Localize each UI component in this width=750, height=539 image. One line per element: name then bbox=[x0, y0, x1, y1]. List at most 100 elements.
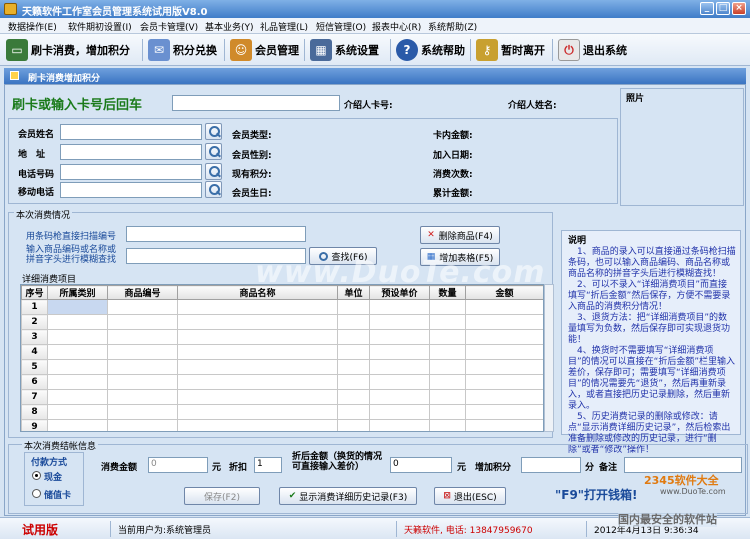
table-cell[interactable] bbox=[465, 314, 543, 330]
table-cell[interactable] bbox=[429, 344, 466, 360]
table-cell[interactable] bbox=[429, 374, 466, 390]
table-cell[interactable] bbox=[465, 404, 543, 420]
table-row[interactable]: 4 bbox=[21, 344, 543, 360]
amount-input[interactable]: 0 bbox=[148, 457, 208, 473]
close-button[interactable]: × bbox=[732, 2, 746, 15]
table-cell[interactable] bbox=[337, 299, 370, 315]
table-cell[interactable] bbox=[369, 329, 430, 345]
table-cell[interactable] bbox=[177, 299, 338, 315]
menu-initial-settings[interactable]: 软件期初设置(I) bbox=[68, 20, 132, 33]
after-discount-input[interactable]: 0 bbox=[390, 457, 452, 473]
table-cell[interactable] bbox=[177, 404, 338, 420]
menu-member-card[interactable]: 会员卡管理(V) bbox=[140, 20, 198, 33]
table-cell[interactable] bbox=[177, 344, 338, 360]
table-cell[interactable] bbox=[107, 329, 178, 345]
menu-sms[interactable]: 短信管理(O) bbox=[316, 20, 366, 33]
table-cell[interactable] bbox=[337, 419, 370, 431]
table-cell[interactable] bbox=[47, 419, 108, 431]
table-cell[interactable] bbox=[429, 299, 466, 315]
table-cell[interactable] bbox=[107, 299, 178, 315]
search-address-icon[interactable] bbox=[205, 143, 222, 160]
table-cell[interactable] bbox=[429, 329, 466, 345]
table-cell[interactable] bbox=[465, 419, 543, 431]
table-cell[interactable] bbox=[337, 329, 370, 345]
table-cell[interactable] bbox=[177, 314, 338, 330]
table-cell[interactable] bbox=[337, 359, 370, 375]
member-management-button[interactable]: ☺ 会员管理 bbox=[230, 37, 299, 63]
table-row[interactable]: 2 bbox=[21, 314, 543, 330]
table-row[interactable]: 6 bbox=[21, 374, 543, 390]
cash-radio[interactable] bbox=[32, 471, 41, 480]
points-exchange-button[interactable]: ✉ 积分兑换 bbox=[148, 37, 217, 63]
leave-button[interactable]: ⚷ 暂时离开 bbox=[476, 37, 545, 63]
exit-button[interactable]: ⊠ 退出(ESC) bbox=[434, 487, 506, 505]
card-number-input[interactable] bbox=[172, 95, 340, 111]
table-cell[interactable] bbox=[47, 374, 108, 390]
table-cell[interactable] bbox=[337, 344, 370, 360]
table-cell[interactable] bbox=[465, 374, 543, 390]
table-cell[interactable] bbox=[107, 389, 178, 405]
table-cell[interactable] bbox=[465, 344, 543, 360]
remark-input[interactable] bbox=[624, 457, 742, 473]
table-row[interactable]: 3 bbox=[21, 329, 543, 345]
table-cell[interactable] bbox=[369, 389, 430, 405]
menu-gifts[interactable]: 礼品管理(L) bbox=[260, 20, 308, 33]
table-cell[interactable] bbox=[47, 329, 108, 345]
table-cell[interactable] bbox=[369, 344, 430, 360]
table-cell[interactable] bbox=[47, 299, 108, 315]
menu-reports[interactable]: 报表中心(R) bbox=[372, 20, 421, 33]
table-cell[interactable] bbox=[337, 374, 370, 390]
table-cell[interactable] bbox=[429, 359, 466, 375]
table-cell[interactable] bbox=[177, 374, 338, 390]
table-cell[interactable] bbox=[465, 389, 543, 405]
stored-value-radio[interactable] bbox=[32, 489, 41, 498]
menu-business[interactable]: 基本业务(Y) bbox=[205, 20, 254, 33]
swipe-card-button[interactable]: ▭ 刷卡消费，增加积分 bbox=[6, 37, 130, 63]
table-row[interactable]: 9 bbox=[21, 419, 543, 431]
table-cell[interactable] bbox=[369, 299, 430, 315]
table-cell[interactable] bbox=[369, 404, 430, 420]
exit-system-button[interactable]: ⏻ 退出系统 bbox=[558, 37, 627, 63]
table-cell[interactable] bbox=[47, 389, 108, 405]
table-row[interactable]: 1 bbox=[21, 299, 543, 315]
discount-input[interactable]: 1 bbox=[254, 457, 282, 473]
table-cell[interactable] bbox=[177, 359, 338, 375]
member-name-input[interactable] bbox=[60, 124, 202, 140]
save-button[interactable]: 保存(F2) bbox=[184, 487, 260, 505]
table-cell[interactable] bbox=[337, 389, 370, 405]
minimize-button[interactable]: _ bbox=[700, 2, 714, 15]
table-cell[interactable] bbox=[429, 389, 466, 405]
add-points-input[interactable] bbox=[521, 457, 581, 473]
menu-help[interactable]: 系统帮助(Z) bbox=[428, 20, 477, 33]
table-cell[interactable] bbox=[465, 359, 543, 375]
detail-grid[interactable]: 序号 所属类别 商品编号 商品名称 单位 预设单价 数量 金额 1 2 3 4 … bbox=[20, 284, 544, 432]
address-input[interactable] bbox=[60, 144, 202, 160]
table-cell[interactable] bbox=[369, 314, 430, 330]
search-member-name-icon[interactable] bbox=[205, 123, 222, 140]
barcode-input[interactable] bbox=[126, 226, 306, 242]
table-cell[interactable] bbox=[107, 404, 178, 420]
mobile-input[interactable] bbox=[60, 182, 202, 198]
table-cell[interactable] bbox=[337, 404, 370, 420]
table-cell[interactable] bbox=[107, 359, 178, 375]
table-cell[interactable] bbox=[107, 419, 178, 431]
maximize-button[interactable]: □ bbox=[716, 2, 730, 15]
menu-data[interactable]: 数据操作(E) bbox=[8, 20, 57, 33]
table-cell[interactable] bbox=[47, 404, 108, 420]
table-cell[interactable] bbox=[429, 404, 466, 420]
table-cell[interactable] bbox=[429, 314, 466, 330]
table-cell[interactable] bbox=[337, 314, 370, 330]
phone-input[interactable] bbox=[60, 164, 202, 180]
system-settings-button[interactable]: ▦ 系统设置 bbox=[310, 37, 379, 63]
grid-scrollbar[interactable] bbox=[544, 284, 554, 432]
table-cell[interactable] bbox=[369, 374, 430, 390]
delete-item-button[interactable]: ✕ 删除商品(F4) bbox=[420, 226, 500, 244]
table-cell[interactable] bbox=[107, 344, 178, 360]
table-cell[interactable] bbox=[47, 344, 108, 360]
table-cell[interactable] bbox=[177, 389, 338, 405]
table-cell[interactable] bbox=[177, 419, 338, 431]
table-cell[interactable] bbox=[369, 419, 430, 431]
system-help-button[interactable]: ? 系统帮助 bbox=[396, 37, 465, 63]
table-cell[interactable] bbox=[465, 329, 543, 345]
table-row[interactable]: 8 bbox=[21, 404, 543, 420]
